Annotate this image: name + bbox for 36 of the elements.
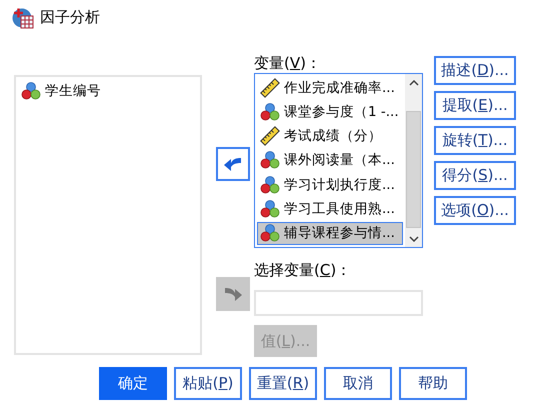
variable-item[interactable]: 学生编号 <box>18 79 198 103</box>
nominal-icon <box>260 223 280 244</box>
nominal-icon <box>21 81 41 101</box>
variable-item[interactable]: 课外阅读量（本... <box>257 148 403 172</box>
dialog-button[interactable]: 得分(S)... <box>434 161 516 190</box>
dialog-button[interactable]: 描述(D)... <box>434 56 516 85</box>
variable-item[interactable]: 学习计划执行度... <box>257 173 403 196</box>
app-icon <box>12 6 34 28</box>
dialog-button[interactable]: 重置(R) <box>249 367 317 400</box>
dialog-button[interactable]: 粘贴(P) <box>174 367 242 400</box>
variable-item[interactable]: 辅导课程参与情... <box>257 222 403 245</box>
selection-field[interactable] <box>254 290 423 316</box>
scroll-up-icon[interactable] <box>408 80 418 86</box>
variable-item[interactable]: 学习工具使用熟... <box>257 197 403 221</box>
scroll-down-icon[interactable] <box>408 236 418 242</box>
variable-item[interactable]: 课堂参与度（1 -... <box>257 100 403 124</box>
nominal-icon <box>260 102 280 122</box>
window-title: 因子分析 <box>40 8 100 27</box>
nominal-icon <box>260 174 280 195</box>
arrow-icon <box>223 285 243 303</box>
scrollbar[interactable] <box>405 74 422 247</box>
scroll-thumb[interactable] <box>406 111 421 228</box>
selection-label: 选择变量(C)： <box>254 260 352 280</box>
variable-item[interactable]: 考试成绩（分） <box>257 124 403 148</box>
variables-label: 变量(V)： <box>254 53 322 73</box>
dialog-button[interactable]: 帮助 <box>399 367 467 400</box>
arrow-icon <box>223 155 243 173</box>
dialog-button[interactable]: 提取(E)... <box>434 91 516 120</box>
dialog-button[interactable]: 旋转(T)... <box>434 126 516 155</box>
nominal-icon <box>260 150 280 170</box>
dialog-button[interactable]: 选项(O)... <box>434 196 516 225</box>
variable-item[interactable]: 作业完成准确率... <box>257 76 403 100</box>
ok-button[interactable]: 确定 <box>99 367 167 400</box>
move-left-button[interactable] <box>216 147 250 181</box>
nominal-icon <box>260 199 280 220</box>
dialog-button[interactable]: 取消 <box>324 367 392 400</box>
